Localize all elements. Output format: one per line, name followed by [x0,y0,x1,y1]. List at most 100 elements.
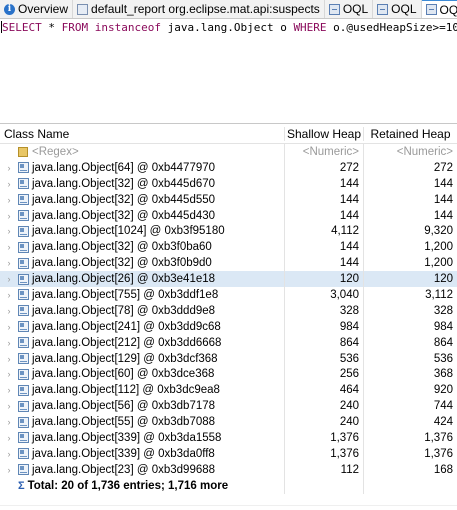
expand-chevron-icon[interactable]: › [4,385,14,395]
object-name: java.lang.Object[32] @ 0xb445d430 [32,209,216,222]
retained-heap-cell: 3,112 [363,287,457,303]
shallow-heap-cell: 144 [284,175,363,192]
filter-retained-input[interactable]: <Numeric> [363,144,457,160]
retained-heap-cell: 920 [363,382,457,399]
table-row[interactable]: › java.lang.Object[112] @ 0xb3dc9ea8 464 92… [0,382,457,399]
table-row[interactable]: › java.lang.Object[32] @ 0xb445d670 144 144 [0,175,457,192]
table-row[interactable]: › java.lang.Object[32] @ 0xb3f0ba60 144 1,2… [0,239,457,256]
query-text [88,21,95,34]
shallow-heap-cell: 120 [284,271,363,288]
results-table: Class Name Shallow Heap Retained Heap <R… [0,125,457,494]
tab-oql-2[interactable]: OQL [373,0,422,18]
keyword-where: WHERE [293,21,327,34]
expand-chevron-icon[interactable]: › [4,369,14,379]
shallow-heap-cell: 144 [284,239,363,256]
report-icon [77,3,89,15]
expand-chevron-icon[interactable]: › [4,290,14,300]
class-name-cell: › java.lang.Object[212] @ 0xb3dd6668 [0,335,284,351]
table-row[interactable]: › java.lang.Object[32] @ 0xb3f0b9d0 144 1,2… [0,255,457,272]
table-row[interactable]: › java.lang.Object[241] @ 0xb3dd9c68 984 98… [0,318,457,335]
object-array-icon [18,321,29,333]
table-row[interactable]: › java.lang.Object[755] @ 0xb3ddf1e8 3,040… [0,287,457,303]
class-name-cell: › java.lang.Object[1024] @ 0xb3f95180 [0,223,284,239]
table-row[interactable]: › java.lang.Object[32] @ 0xb445d430 144 144 [0,207,457,224]
expand-chevron-icon[interactable]: › [4,211,14,221]
expand-chevron-icon[interactable]: › [4,465,14,475]
table-row[interactable]: › java.lang.Object[64] @ 0xb4477970 272 272 [0,159,457,176]
table-row[interactable]: › java.lang.Object[1024] @ 0xb3f95180 4,11… [0,223,457,240]
table-row[interactable]: › java.lang.Object[55] @ 0xb3db7088 240 424 [0,414,457,431]
expand-chevron-icon[interactable]: › [4,306,14,316]
expand-chevron-icon[interactable]: › [4,354,14,364]
shallow-heap-cell: 4,112 [284,223,363,240]
shallow-heap-cell: 256 [284,366,363,383]
expand-chevron-icon[interactable]: › [4,433,14,443]
expand-chevron-icon[interactable]: › [4,449,14,459]
shallow-heap-cell: 3,040 [284,287,363,303]
object-array-icon [18,337,29,349]
object-name: java.lang.Object[1024] @ 0xb3f95180 [32,225,225,238]
shallow-heap-cell: 328 [284,302,363,319]
shallow-heap-cell: 1,376 [284,445,363,462]
column-header-class-name[interactable]: Class Name [0,127,284,141]
class-name-cell: › java.lang.Object[32] @ 0xb445d670 [0,176,284,192]
filter-shallow-input[interactable]: <Numeric> [284,144,363,160]
expand-chevron-icon[interactable]: › [4,179,14,189]
oql-query-editor[interactable]: SELECT * FROM instanceof java.lang.Objec… [0,19,457,123]
shallow-heap-cell: 144 [284,191,363,208]
total-shallow-cell [284,477,363,494]
tab-oql-3[interactable]: OQL ✕ [421,0,457,18]
table-row[interactable]: › java.lang.Object[56] @ 0xb3db7178 240 744 [0,398,457,415]
retained-heap-cell: 536 [363,350,457,367]
column-header-retained-heap[interactable]: Retained Heap [363,127,457,141]
table-row[interactable]: › java.lang.Object[78] @ 0xb3ddd9e8 328 328 [0,302,457,319]
table-row[interactable]: › java.lang.Object[60] @ 0xb3dce368 256 368 [0,366,457,383]
filter-regex-input[interactable]: <Regex> [32,146,79,158]
shallow-heap-cell: 536 [284,350,363,367]
retained-heap-cell: 144 [363,191,457,208]
query-text: java.lang.Object o [160,21,294,34]
tab-default-report[interactable]: default_report org.eclipse.mat.api:suspe… [73,0,325,18]
table-row[interactable]: › java.lang.Object[26] @ 0xb3e41e18 120 120 [0,271,457,288]
class-name-cell: › java.lang.Object[32] @ 0xb445d430 [0,208,284,224]
table-row[interactable]: › java.lang.Object[23] @ 0xb3d99688 112 168 [0,461,457,478]
class-name-cell: › java.lang.Object[32] @ 0xb3f0ba60 [0,239,284,255]
expand-chevron-icon[interactable]: › [4,163,14,173]
sash-divider[interactable] [0,123,457,124]
editor-tab-bar: i Overview default_report org.eclipse.ma… [0,0,457,19]
keyword-select: SELECT [2,21,42,34]
table-row[interactable]: › java.lang.Object[32] @ 0xb445d550 144 144 [0,191,457,208]
retained-heap-cell: 328 [363,302,457,319]
object-name: java.lang.Object[339] @ 0xb3da1558 [32,431,222,444]
expand-chevron-icon[interactable]: › [4,322,14,332]
expand-chevron-icon[interactable]: › [4,401,14,411]
shallow-heap-cell: 464 [284,382,363,399]
tab-label: OQL [391,2,417,16]
tab-overview[interactable]: i Overview [0,0,74,18]
filter-name-cell[interactable]: <Regex> [0,144,284,160]
class-name-cell: › java.lang.Object[64] @ 0xb4477970 [0,160,284,176]
class-name-cell: › java.lang.Object[56] @ 0xb3db7178 [0,398,284,414]
expand-chevron-icon[interactable]: › [4,258,14,268]
object-array-icon [18,416,29,428]
expand-chevron-icon[interactable]: › [4,226,14,236]
object-name: java.lang.Object[241] @ 0xb3dd9c68 [32,320,221,333]
table-row[interactable]: › java.lang.Object[339] @ 0xb3da1558 1,376… [0,430,457,446]
expand-chevron-icon[interactable]: › [4,417,14,427]
table-row[interactable]: › java.lang.Object[212] @ 0xb3dd6668 864 86… [0,334,457,351]
object-name: java.lang.Object[56] @ 0xb3db7178 [32,400,216,413]
expand-chevron-icon[interactable]: › [4,242,14,252]
tab-label: OQL [439,2,457,17]
expand-chevron-icon[interactable]: › [4,195,14,205]
class-name-cell: › java.lang.Object[26] @ 0xb3e41e18 [0,271,284,287]
table-row[interactable]: › java.lang.Object[129] @ 0xb3dcf368 536 53… [0,350,457,367]
object-array-icon [18,162,29,174]
total-label: Total: 20 of 1,736 entries; 1,716 more [27,479,229,492]
shallow-heap-cell: 272 [284,159,363,176]
column-header-shallow-heap[interactable]: Shallow Heap [284,127,363,141]
table-row[interactable]: › java.lang.Object[339] @ 0xb3da0ff8 1,376… [0,445,457,462]
expand-chevron-icon[interactable]: › [4,338,14,348]
class-name-cell: › java.lang.Object[112] @ 0xb3dc9ea8 [0,382,284,398]
tab-oql-1[interactable]: OQL [325,0,374,18]
expand-chevron-icon[interactable]: › [4,274,14,284]
